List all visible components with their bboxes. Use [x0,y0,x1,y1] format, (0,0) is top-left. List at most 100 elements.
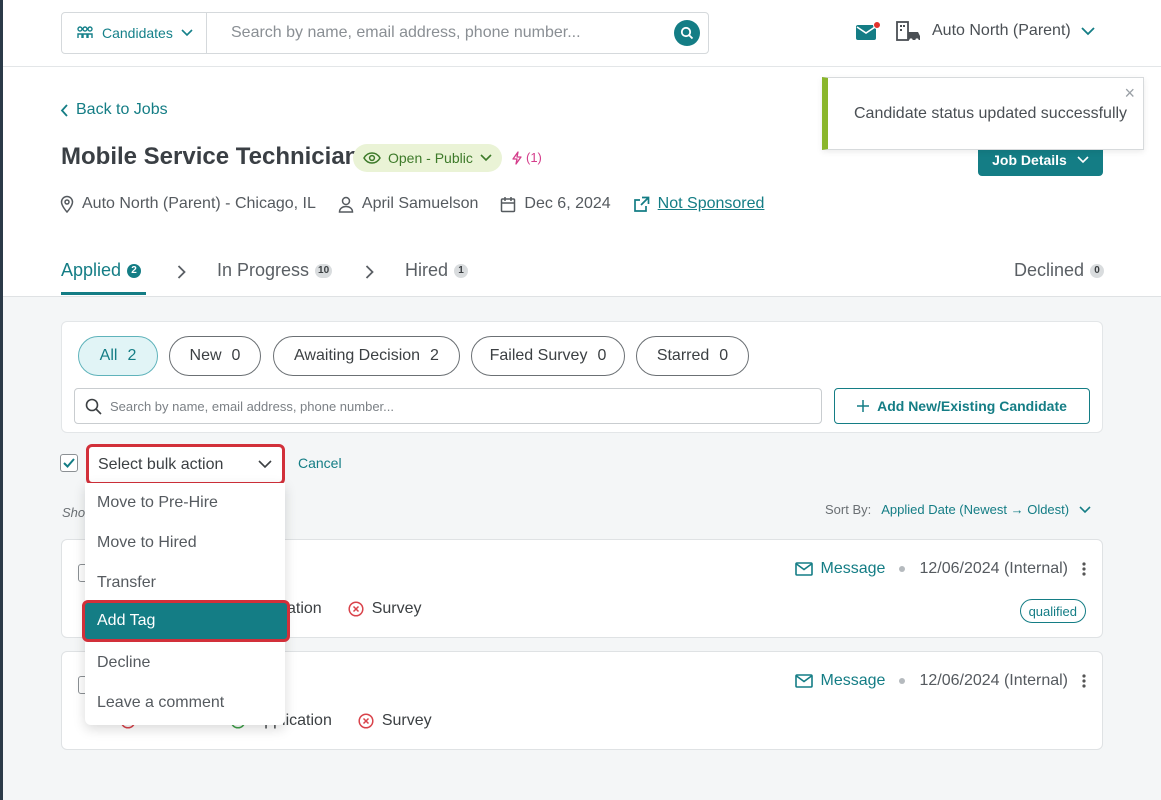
chip-label: Awaiting Decision [294,347,421,364]
message-label: Message [820,672,886,689]
back-to-jobs-link[interactable]: Back to Jobs [60,101,168,119]
chevron-down-icon [1079,505,1091,513]
cancel-bulk-button[interactable]: Cancel [298,455,342,471]
job-location: Auto North (Parent) - Chicago, IL [60,195,316,213]
map-pin-icon [60,195,74,213]
tab-in-progress[interactable]: In Progress 10 [217,260,333,281]
separator-dot [899,566,906,572]
org-switcher[interactable]: Auto North (Parent) [896,20,1095,42]
add-candidate-button[interactable]: Add New/Existing Candidate [834,388,1090,424]
job-location-text: Auto North (Parent) - Chicago, IL [82,195,316,212]
calendar-icon [501,196,516,212]
menu-item-move-to-pre-hire[interactable]: Move to Pre-Hire [85,483,285,523]
plus-icon [857,400,870,412]
survey-label: Survey [371,600,422,617]
filter-chip-failed-survey[interactable]: Failed Survey 0 [471,336,625,376]
menu-item-leave-comment[interactable]: Leave a comment [85,683,285,723]
chip-label: New [189,347,222,364]
sort-control: Sort By: Applied Date (Newest → Oldest) [825,502,1091,517]
bulk-action-select[interactable]: Select bulk action [86,444,285,485]
job-details-label: Job Details [992,152,1067,168]
user-icon [338,196,354,213]
global-search-input[interactable] [207,13,674,53]
search-scope-label: Candidates [102,25,173,41]
tab-count-badge: 10 [315,263,333,278]
chip-count: 0 [719,347,729,364]
sort-dropdown[interactable]: Applied Date (Newest → Oldest) [881,502,1091,517]
tab-count-badge: 0 [1090,263,1105,278]
sort-by-label: Sort By: [825,502,872,517]
chevron-down-icon [258,460,272,469]
job-recruiter: April Samuelson [338,195,478,213]
filter-chip-all[interactable]: All 2 [78,336,158,376]
job-title: Mobile Service Technician [61,143,360,170]
tab-label: Applied [61,260,122,280]
chevron-down-icon [1077,156,1089,164]
candidate-tag: qualified [1019,599,1086,623]
search-button[interactable] [674,20,700,46]
separator-dot [899,678,906,684]
message-button[interactable]: Message [794,672,886,690]
message-label: Message [820,560,886,577]
add-candidate-label: Add New/Existing Candidate [877,398,1067,414]
menu-item-decline[interactable]: Decline [85,643,285,683]
filter-chip-new[interactable]: New 0 [169,336,261,376]
toast-message: Candidate status updated successfully [854,104,1128,122]
messages-button[interactable] [855,21,881,44]
eye-icon [363,152,381,164]
search-icon [85,398,102,415]
chevron-down-icon [1081,26,1095,35]
menu-item-add-tag[interactable]: Add Tag [82,600,290,642]
tab-applied[interactable]: Applied 2 [61,260,142,281]
more-options-icon[interactable] [1082,674,1086,688]
people-icon [77,26,93,38]
tab-label: In Progress [217,260,310,280]
tab-hired[interactable]: Hired 1 [405,260,469,281]
checkmark-icon [63,458,75,468]
sort-value: Applied Date (Newest → Oldest) [881,502,1070,517]
chevron-down-icon [181,29,193,37]
chip-label: All [99,347,118,364]
boost-indicator[interactable]: (1) [512,150,542,165]
tab-declined[interactable]: Declined 0 [1014,260,1105,281]
chip-count: 2 [430,347,439,364]
tab-label: Declined [1014,260,1085,280]
applied-date: 12/06/2024 (Internal) [919,560,1068,577]
applied-date: 12/06/2024 (Internal) [919,672,1068,689]
menu-item-move-to-hired[interactable]: Move to Hired [85,523,285,563]
select-all-checkbox[interactable] [60,454,78,472]
job-status-dropdown[interactable]: Open - Public [353,144,502,172]
global-search-group: Candidates [61,12,709,54]
showing-count: Sho [62,505,86,520]
filter-chip-awaiting-decision[interactable]: Awaiting Decision 2 [273,336,460,376]
more-options-icon[interactable] [1082,562,1086,576]
job-date: Dec 6, 2024 [500,195,611,213]
candidate-search-input[interactable] [110,398,821,414]
filter-chip-starred[interactable]: Starred 0 [636,336,749,376]
building-car-icon [896,21,920,42]
chip-label: Starred [656,347,710,364]
lightning-icon [512,150,522,165]
candidate-actions: Message 12/06/2024 (Internal) [794,672,1086,690]
sponsorship-link[interactable]: Not Sponsored [658,195,765,213]
filter-card: All 2 New 0 Awaiting Decision 2 Failed S… [61,321,1103,433]
notification-dot [873,21,881,29]
candidate-search [74,388,822,424]
application-label: ation [287,600,322,617]
back-to-jobs-label: Back to Jobs [76,101,168,118]
menu-item-transfer[interactable]: Transfer [85,563,285,603]
x-circle-icon [348,601,364,617]
chip-label: Failed Survey [489,347,588,364]
message-button[interactable]: Message [794,560,886,578]
survey-label: Survey [381,712,432,729]
org-name: Auto North (Parent) [932,22,1071,39]
close-icon[interactable]: × [1124,84,1135,102]
envelope-icon [794,562,813,576]
job-sponsorship[interactable]: Not Sponsored [633,195,765,213]
candidate-checklist: ation Survey [287,600,422,618]
external-link-icon [633,196,650,212]
search-scope-dropdown[interactable]: Candidates [62,13,207,53]
tab-label: Hired [405,260,449,280]
survey-check: Survey [358,712,432,730]
chevron-right-icon [177,265,186,279]
